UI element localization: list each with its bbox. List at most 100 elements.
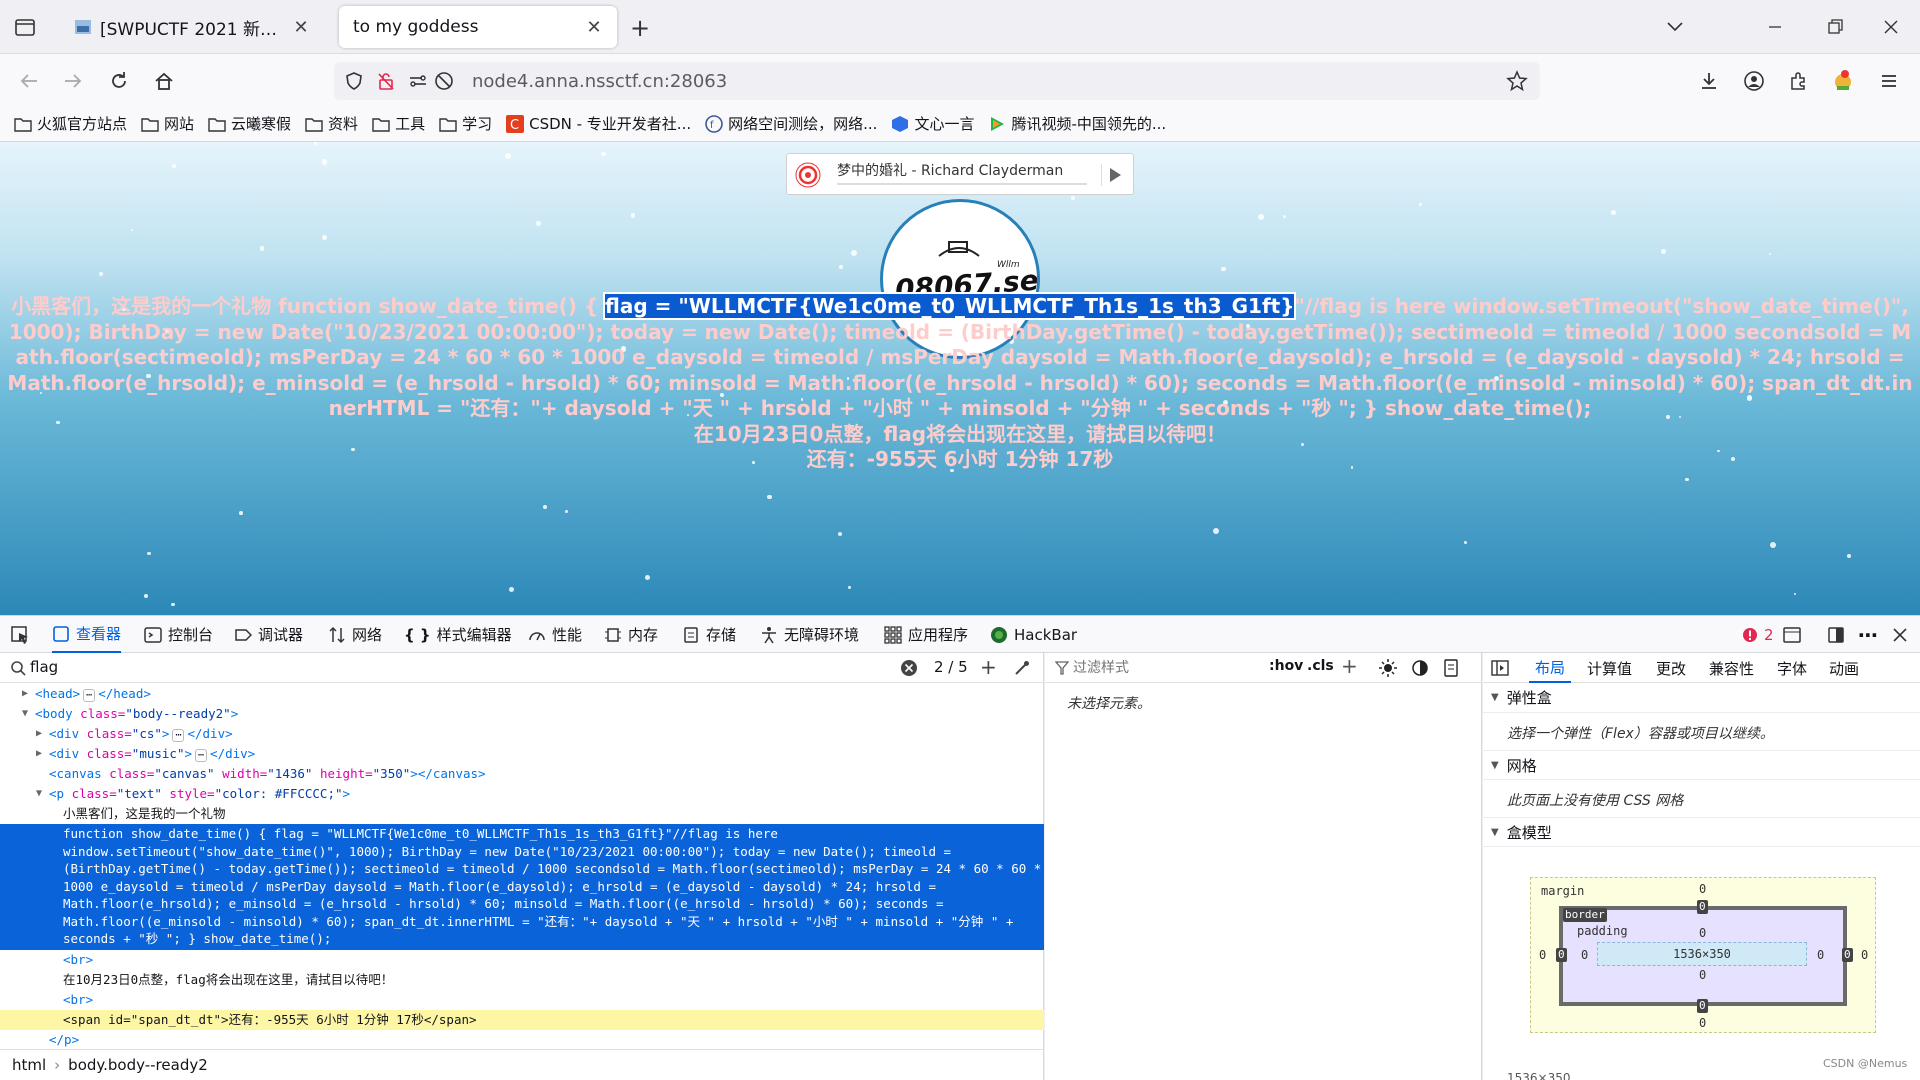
filter-styles-input[interactable] [1073, 657, 1253, 679]
grid-section-header[interactable]: ▼ 网格 [1483, 750, 1920, 780]
forward-icon[interactable] [56, 64, 90, 98]
tab-inactive[interactable]: [SWPUCTF 2021 新生赛]gift_F ✕ [62, 6, 324, 48]
border-right-value[interactable]: 0 [1842, 948, 1853, 962]
margin-left-value[interactable]: 0 [1539, 948, 1546, 962]
tab-performance[interactable]: 性能 [528, 616, 582, 653]
tab-memory[interactable]: 内存 [604, 616, 658, 653]
account-icon[interactable] [1737, 64, 1771, 98]
tree-selected-text-node[interactable]: function show_date_time() { flag = "WLLM… [0, 824, 1044, 950]
tab-animations[interactable]: 动画 [1829, 653, 1859, 683]
restore-icon[interactable] [1820, 12, 1850, 42]
close-devtools-icon[interactable] [1892, 616, 1908, 653]
boxmodel-section-header[interactable]: ▼ 盒模型 [1483, 817, 1920, 847]
print-simulation-icon[interactable] [1443, 659, 1459, 677]
tree-node-div-music[interactable]: ▶ <div class="music"> ⋯ </div> [0, 744, 1044, 764]
bookmark-star-icon[interactable] [1506, 70, 1528, 92]
tab-inspector[interactable]: 查看器 [52, 616, 122, 653]
create-node-icon[interactable]: + [980, 655, 997, 679]
breadcrumb-item[interactable]: html [12, 1056, 46, 1074]
bookmark-site[interactable]: 腾讯视频-中国领先的... [988, 113, 1166, 134]
home-icon[interactable] [147, 64, 181, 98]
padding-bottom-value[interactable]: 0 [1699, 968, 1706, 982]
permissions-icon[interactable] [408, 71, 428, 91]
tree-node-p-close[interactable]: </p> [0, 1030, 1044, 1050]
tab-storage[interactable]: 存储 [682, 616, 736, 653]
tree-node-p[interactable]: ▼ <p class="text" style="color: #FFCCCC;"… [0, 784, 1044, 804]
tab-fonts[interactable]: 字体 [1777, 653, 1807, 683]
play-button[interactable] [1101, 164, 1125, 186]
flexbox-section-header[interactable]: ▼ 弹性盒 [1483, 683, 1920, 713]
tab-overflow-chevron-icon[interactable] [1660, 12, 1690, 42]
tab-hackbar[interactable]: HackBar [990, 616, 1077, 653]
tab-layout[interactable]: 布局 [1529, 653, 1572, 683]
bookmark-folder[interactable]: 网站 [141, 113, 194, 134]
tree-node-span-search-match[interactable]: <span id="span_dt_dt">还有：-955天 6小时 1分钟 1… [0, 1009, 1044, 1030]
minimize-icon[interactable] [1760, 12, 1790, 42]
tree-text-node[interactable]: 在10月23日0点整，flag将会出现在这里，请拭目以待吧！ [0, 970, 1044, 990]
tree-node-head[interactable]: ▶ <head> ⋯ </head> [0, 684, 1044, 704]
tab-computed[interactable]: 计算值 [1587, 653, 1632, 683]
toggle-sidebar-icon[interactable] [1491, 660, 1509, 676]
back-icon[interactable] [12, 64, 46, 98]
dom-tree[interactable]: ▶ <head> ⋯ </head> ▼ <body class="body--read… [0, 684, 1044, 1049]
clear-search-icon[interactable] [900, 659, 918, 677]
menu-icon[interactable] [1872, 64, 1906, 98]
tab-compatibility[interactable]: 兼容性 [1709, 653, 1754, 683]
element-picker-icon[interactable] [10, 616, 30, 653]
tab-changes[interactable]: 更改 [1656, 653, 1686, 683]
border-bottom-value[interactable]: 0 [1697, 999, 1708, 1013]
eyedropper-icon[interactable] [1014, 660, 1030, 676]
border-left-value[interactable]: 0 [1556, 948, 1567, 962]
hov-toggle[interactable]: :hov [1269, 658, 1303, 674]
bookmark-folder[interactable]: 工具 [372, 113, 425, 134]
bookmark-folder[interactable]: 火狐官方站点 [14, 113, 127, 134]
tab-list-icon[interactable] [12, 14, 38, 40]
music-player[interactable]: 梦中的婚礼 - Richard Clayderman [786, 153, 1134, 195]
close-tab-icon[interactable]: ✕ [290, 16, 312, 38]
tab-style-editor[interactable]: { } 样式编辑器 [404, 616, 512, 653]
tracking-shield-icon[interactable] [344, 71, 364, 91]
dark-scheme-icon[interactable] [1411, 659, 1429, 677]
search-input[interactable]: flag [30, 658, 58, 676]
add-rule-icon[interactable]: + [1341, 654, 1358, 678]
bookmark-site[interactable]: f 网络空间测绘，网络... [705, 113, 877, 134]
dock-side-icon[interactable] [1826, 616, 1846, 653]
bookmark-folder[interactable]: 学习 [439, 113, 492, 134]
error-count-badge[interactable]: 2 [1742, 616, 1774, 653]
tab-active[interactable]: to my goddess ✕ [339, 6, 617, 48]
more-options-icon[interactable]: ⋯ [1858, 616, 1878, 653]
padding-left-value[interactable]: 0 [1581, 948, 1588, 962]
light-scheme-icon[interactable] [1379, 659, 1397, 677]
reload-icon[interactable] [102, 64, 136, 98]
extensions-icon[interactable] [1782, 64, 1816, 98]
tree-node-br[interactable]: <br> [0, 990, 1044, 1010]
tree-node-body[interactable]: ▼ <body class="body--ready2"> [0, 704, 1044, 724]
bookmark-folder[interactable]: 云曦寒假 [208, 113, 291, 134]
close-window-icon[interactable] [1876, 12, 1906, 42]
responsive-design-icon[interactable] [1782, 616, 1802, 653]
bookmark-site[interactable]: 文心一言 [891, 113, 974, 134]
bookmark-folder[interactable]: 资料 [305, 113, 358, 134]
tab-application[interactable]: 应用程序 [884, 616, 968, 653]
margin-right-value[interactable]: 0 [1861, 948, 1868, 962]
padding-right-value[interactable]: 0 [1817, 948, 1824, 962]
tree-text-node[interactable]: 小黑客们，这是我的一个礼物 [0, 804, 1044, 824]
autoplay-blocked-icon[interactable] [434, 71, 454, 91]
tree-node-br[interactable]: <br> [0, 950, 1044, 970]
cls-toggle[interactable]: .cls [1307, 658, 1334, 674]
padding-top-value[interactable]: 0 [1699, 926, 1706, 940]
margin-bottom-value[interactable]: 0 [1699, 1016, 1706, 1030]
tab-debugger[interactable]: 调试器 [234, 616, 303, 653]
url-bar[interactable]: node4.anna.nssctf.cn:28063 [334, 62, 1540, 100]
tab-accessibility[interactable]: 无障碍环境 [760, 616, 859, 653]
downloads-icon[interactable] [1692, 64, 1726, 98]
tab-network[interactable]: 网络 [328, 616, 382, 653]
close-tab-icon[interactable]: ✕ [583, 16, 605, 38]
extension-duck-icon[interactable] [1826, 64, 1860, 98]
tree-node-canvas[interactable]: <canvas class="canvas" width="1436" heig… [0, 764, 1044, 784]
border-top-value[interactable]: 0 [1697, 900, 1708, 914]
bookmark-csdn[interactable]: C CSDN - 专业开发者社... [506, 113, 691, 134]
insecure-lock-icon[interactable] [376, 71, 396, 91]
margin-top-value[interactable]: 0 [1699, 882, 1706, 896]
breadcrumb-item[interactable]: body.body--ready2 [68, 1056, 208, 1074]
